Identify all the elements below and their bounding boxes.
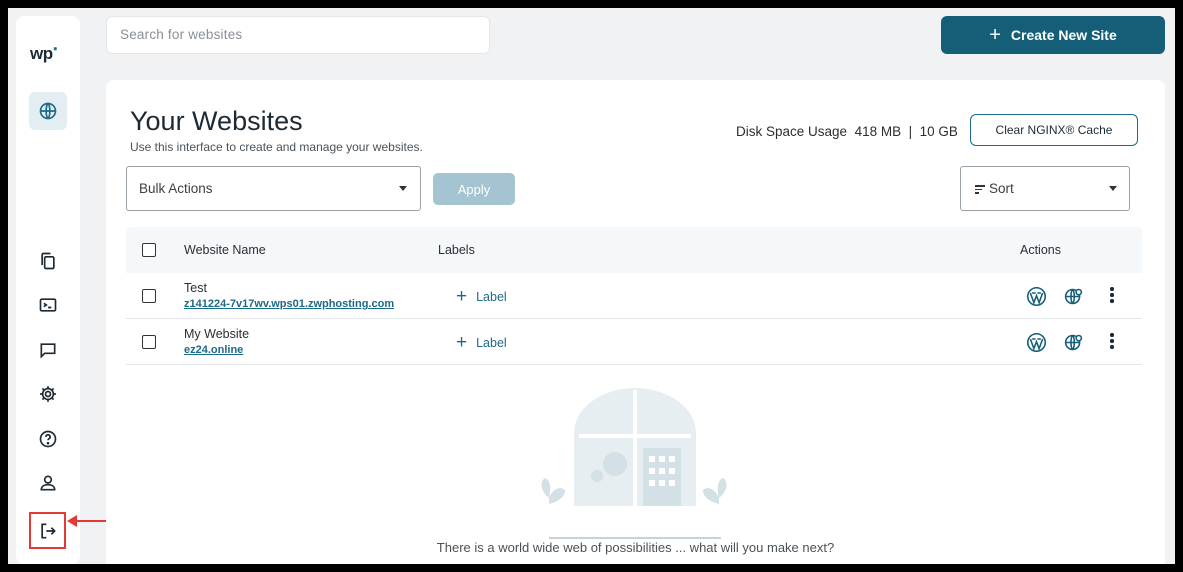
wordpress-icon[interactable]	[1025, 285, 1047, 307]
table-header: Website Name Labels Actions	[126, 227, 1142, 273]
row-checkbox[interactable]	[142, 335, 156, 349]
sidebar-item-help[interactable]	[36, 427, 60, 451]
sort-select[interactable]: Sort	[960, 166, 1130, 211]
sidebar-item-files[interactable]	[36, 249, 60, 273]
column-actions: Actions	[1020, 243, 1061, 257]
site-url-link[interactable]: ez24.online	[184, 344, 243, 356]
globe-settings-icon[interactable]	[1062, 285, 1084, 307]
create-new-site-button[interactable]: + Create New Site	[941, 16, 1165, 54]
table-row: My Website ez24.online + Label	[126, 319, 1142, 365]
websites-card: Your Websites Use this interface to crea…	[106, 80, 1165, 564]
page-title: Your Websites	[130, 106, 303, 136]
disk-usage: Disk Space Usage 418 MB | 10 GB	[736, 124, 958, 139]
sidebar-item-sites[interactable]	[29, 92, 67, 130]
column-labels: Labels	[438, 243, 475, 257]
sidebar-item-logout[interactable]	[29, 512, 66, 549]
site-url-link[interactable]: z141224-7v17wv.wps01.zwphosting.com	[184, 298, 394, 310]
site-name: Test	[184, 281, 207, 295]
copy-icon	[41, 252, 55, 270]
chevron-down-icon	[1109, 186, 1117, 191]
app-frame: wp⬝ Search for websites + Create New Sit…	[8, 8, 1175, 564]
chat-icon	[40, 343, 56, 359]
row-checkbox[interactable]	[142, 289, 156, 303]
chevron-down-icon	[399, 186, 407, 191]
apply-button[interactable]: Apply	[433, 173, 515, 205]
empty-state-message: There is a world wide web of possibiliti…	[436, 540, 835, 555]
more-options-icon[interactable]	[1109, 287, 1115, 305]
globe-settings-icon[interactable]	[1062, 331, 1084, 353]
app-logo[interactable]: wp⬝	[30, 41, 57, 64]
user-icon	[40, 475, 56, 491]
sidebar: wp⬝	[16, 16, 80, 564]
plus-icon: +	[456, 286, 468, 307]
search-input[interactable]: Search for websites	[106, 16, 490, 54]
gear-icon	[40, 386, 56, 402]
select-all-checkbox[interactable]	[142, 243, 156, 257]
add-label-button[interactable]: + Label	[456, 287, 507, 306]
more-options-icon[interactable]	[1109, 333, 1115, 351]
terminal-icon	[39, 298, 57, 312]
sidebar-item-terminal[interactable]	[36, 293, 60, 317]
column-website-name: Website Name	[184, 243, 266, 257]
globe-icon	[39, 102, 57, 120]
plus-icon: +	[989, 24, 1001, 46]
websites-table: Website Name Labels Actions Test z141224…	[126, 227, 1142, 365]
empty-state-illustration	[541, 388, 727, 539]
logout-icon	[40, 523, 56, 538]
plus-icon: +	[456, 332, 468, 353]
bulk-actions-select[interactable]: Bulk Actions	[126, 166, 421, 211]
clear-nginx-cache-button[interactable]: Clear NGINX® Cache	[970, 114, 1138, 146]
sort-icon	[975, 183, 985, 196]
table-row: Test z141224-7v17wv.wps01.zwphosting.com…	[126, 273, 1142, 319]
sidebar-item-chat[interactable]	[36, 338, 60, 362]
wordpress-icon[interactable]	[1025, 331, 1047, 353]
sidebar-item-settings[interactable]	[36, 382, 60, 406]
sidebar-item-account[interactable]	[36, 471, 60, 495]
help-icon	[39, 430, 57, 448]
site-name: My Website	[184, 327, 250, 341]
page-subtitle: Use this interface to create and manage …	[130, 140, 423, 154]
add-label-button[interactable]: + Label	[456, 333, 507, 352]
